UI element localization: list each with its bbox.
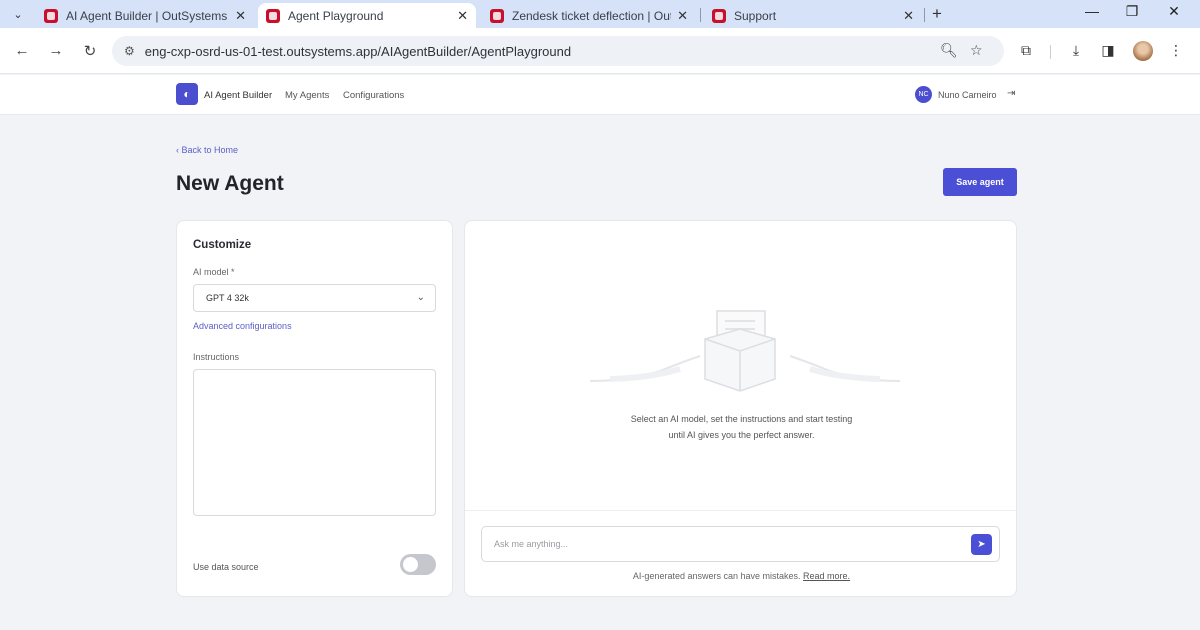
toggle-knob <box>403 557 418 572</box>
chevron-down-icon: ⌄ <box>416 292 425 303</box>
extensions-icon[interactable]: ⧉ <box>1016 42 1036 59</box>
url-text[interactable]: eng-cxp-osrd-us-01-test.outsystems.app/A… <box>145 44 571 59</box>
tab-separator <box>700 8 701 22</box>
nav-configurations[interactable]: Configurations <box>343 90 404 101</box>
toolbar-divider <box>1050 45 1051 59</box>
outsystems-favicon-icon <box>490 8 504 23</box>
read-more-link[interactable]: Read more. <box>803 571 850 581</box>
browser-tab-agent-playground[interactable]: Agent Playground ✕ <box>258 3 476 28</box>
back-to-home-link[interactable]: ‹ Back to Home <box>176 145 238 155</box>
close-tab-icon[interactable]: ✕ <box>677 8 688 24</box>
send-icon: ➤ <box>977 539 986 550</box>
side-panel-icon[interactable]: ◨ <box>1098 42 1118 59</box>
outsystems-favicon-icon <box>712 8 726 23</box>
ai-model-value: GPT 4 32k <box>206 293 249 303</box>
new-tab-icon[interactable]: + <box>932 4 942 24</box>
close-tab-icon[interactable]: ✕ <box>903 8 914 24</box>
customize-title: Customize <box>193 239 252 251</box>
ai-model-label: AI model * <box>193 267 235 277</box>
reload-icon[interactable]: ↻ <box>80 42 100 60</box>
browser-tab-ai-agent-builder[interactable]: AI Agent Builder | OutSystems ✕ <box>36 3 254 28</box>
browser-tab-zendesk[interactable]: Zendesk ticket deflection | Out ✕ <box>482 3 696 28</box>
advanced-configurations-link[interactable]: Advanced configurations <box>193 321 292 331</box>
logout-icon[interactable]: ⇥ <box>1007 88 1015 99</box>
ai-disclaimer: AI-generated answers can have mistakes. … <box>465 571 1018 581</box>
empty-inbox-illustration-icon <box>590 310 900 392</box>
back-arrow-icon[interactable]: ← <box>12 42 32 59</box>
empty-state-text: Select an AI model, set the instructions… <box>465 411 1018 443</box>
browser-tabstrip: ⌄ AI Agent Builder | OutSystems ✕ Agent … <box>0 0 1200 28</box>
zoom-search-icon[interactable]: 🔍︎ <box>940 42 958 59</box>
save-agent-button[interactable]: Save agent <box>943 168 1017 196</box>
tab-search-chevron-icon[interactable]: ⌄ <box>8 5 28 23</box>
tab-separator <box>924 8 925 22</box>
browser-tab-support[interactable]: Support ✕ <box>704 3 922 28</box>
profile-avatar[interactable] <box>1133 41 1153 61</box>
ai-model-select[interactable]: GPT 4 32k ⌄ <box>193 284 436 312</box>
close-tab-icon[interactable]: ✕ <box>235 8 246 24</box>
minimize-icon[interactable]: — <box>1080 3 1104 19</box>
instructions-label: Instructions <box>193 352 240 362</box>
close-tab-icon[interactable]: ✕ <box>457 8 468 24</box>
instructions-textarea[interactable] <box>193 369 436 516</box>
send-message-button[interactable]: ➤ <box>971 534 992 555</box>
user-name[interactable]: Nuno Carneiro <box>938 90 997 100</box>
chat-input[interactable] <box>481 526 1000 562</box>
close-window-icon[interactable]: ✕ <box>1162 3 1186 20</box>
nav-my-agents[interactable]: My Agents <box>285 90 329 101</box>
restore-icon[interactable]: ❐ <box>1120 3 1144 20</box>
browser-toolbar: ← → ↻ ⚙ eng-cxp-osrd-us-01-test.outsyste… <box>0 28 1200 74</box>
use-data-source-label: Use data source <box>193 562 259 572</box>
user-avatar[interactable]: NC <box>915 86 932 103</box>
ai-agent-builder-logo-icon[interactable]: ◐ <box>176 83 198 105</box>
app-title[interactable]: AI Agent Builder <box>204 90 272 101</box>
kebab-menu-icon[interactable]: ⋮ <box>1166 42 1186 59</box>
customize-panel: Customize AI model * GPT 4 32k ⌄ Advance… <box>176 220 453 597</box>
playground-panel: Select an AI model, set the instructions… <box>464 220 1017 597</box>
empty-state-line-2: until AI gives you the perfect answer. <box>668 430 815 440</box>
use-data-source-toggle[interactable] <box>400 554 436 575</box>
bookmark-star-icon[interactable]: ☆ <box>970 42 983 59</box>
forward-arrow-icon[interactable]: → <box>46 42 66 59</box>
app-header: ◐ AI Agent Builder My Agents Configurati… <box>0 75 1200 115</box>
page-title: New Agent <box>176 172 284 195</box>
address-bar[interactable]: ⚙ eng-cxp-osrd-us-01-test.outsystems.app… <box>112 36 1004 66</box>
outsystems-favicon-icon <box>266 8 280 23</box>
download-icon[interactable]: ⤓ <box>1066 42 1086 59</box>
empty-state-line-1: Select an AI model, set the instructions… <box>630 414 853 424</box>
disclaimer-text: AI-generated answers can have mistakes. <box>632 571 801 581</box>
site-settings-icon[interactable]: ⚙ <box>124 44 135 58</box>
chat-divider <box>465 510 1016 511</box>
outsystems-favicon-icon <box>44 8 58 23</box>
